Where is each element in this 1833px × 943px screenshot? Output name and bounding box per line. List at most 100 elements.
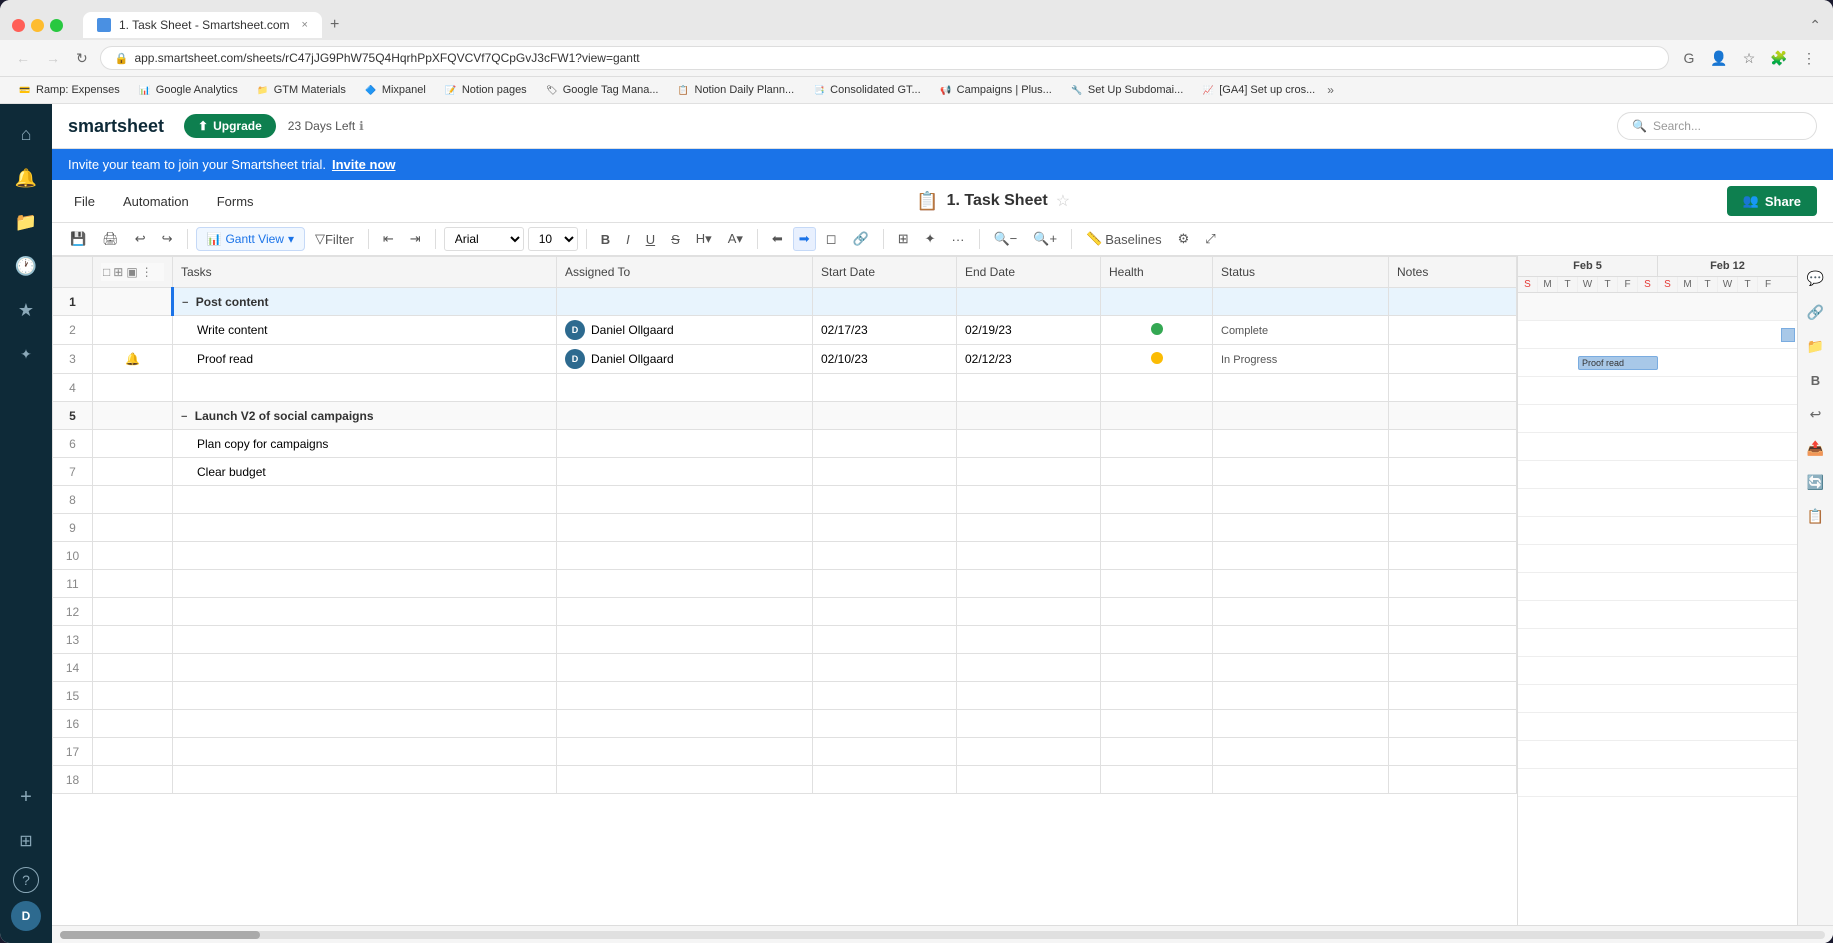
indent-increase-btn[interactable]: ➡ [793, 227, 816, 251]
strikethrough-btn[interactable]: S [665, 228, 686, 251]
url-bar[interactable]: 🔒 app.smartsheet.com/sheets/rC47jJG9PhW7… [100, 46, 1669, 70]
menu-file[interactable]: File [68, 190, 101, 213]
assigned-cell-2[interactable]: D Daniel Ollgaard [557, 316, 813, 345]
font-size-select[interactable]: 10 [528, 227, 578, 251]
refresh-icon[interactable]: 🔄 [1802, 468, 1830, 496]
upgrade-button[interactable]: ⬆ Upgrade [184, 114, 276, 138]
bookmark-ramp[interactable]: 💳 Ramp: Expenses [12, 81, 126, 99]
task-cell-2[interactable]: Write content [173, 316, 557, 345]
bookmark-setupsub[interactable]: 🔧 Set Up Subdomai... [1064, 81, 1189, 99]
bookmark-gtm[interactable]: 📁 GTM Materials [250, 81, 352, 99]
notes-cell-2[interactable] [1389, 316, 1517, 345]
start-cell-3[interactable]: 02/10/23 [813, 345, 957, 374]
print-btn[interactable]: 🖨 [96, 227, 125, 251]
window-icon[interactable]: ▣ [126, 265, 137, 279]
active-tab[interactable]: 1. Task Sheet - Smartsheet.com × [83, 12, 322, 38]
refresh-button[interactable]: ↻ [72, 48, 92, 69]
zoom-in-btn[interactable]: 🔍+ [1027, 227, 1063, 251]
bell-notification-icon[interactable]: 🔔 [125, 352, 140, 366]
row-checkbox[interactable] [93, 316, 173, 345]
collapse-toggle[interactable]: − [182, 297, 188, 309]
export-icon[interactable]: 📤 [1802, 434, 1830, 462]
grid-icon[interactable]: ⊞ [113, 265, 123, 279]
bookmark-ga4[interactable]: 📈 [GA4] Set up cros... [1195, 81, 1321, 99]
bookmark-mixpanel[interactable]: 🔷 Mixpanel [358, 81, 432, 99]
assigned-cell-3[interactable]: D Daniel Ollgaard [557, 345, 813, 374]
redo-btn[interactable]: ↪ [156, 227, 179, 251]
highlight-btn[interactable]: H▾ [690, 227, 718, 251]
gantt-view-btn[interactable]: 📊 Gantt View ▾ [196, 227, 305, 251]
search-box[interactable]: 🔍 Search... [1617, 112, 1817, 140]
assigned-cell-1[interactable] [557, 288, 813, 316]
row-checkbox-7[interactable] [93, 458, 173, 486]
status-cell-2[interactable]: Complete [1213, 316, 1389, 345]
end-cell-2[interactable]: 02/19/23 [957, 316, 1101, 345]
notes-cell-6[interactable] [1389, 430, 1517, 458]
status-cell-6[interactable] [1213, 430, 1389, 458]
status-cell-4[interactable] [1213, 374, 1389, 402]
assigned-cell-4[interactable] [557, 374, 813, 402]
baselines-btn[interactable]: 📏 Baselines [1080, 227, 1168, 251]
tab-close-button[interactable]: × [302, 19, 308, 31]
bold-right-icon[interactable]: B [1802, 366, 1830, 394]
health-cell-4[interactable] [1101, 374, 1213, 402]
maximize-button[interactable] [50, 19, 63, 32]
notes-cell-1[interactable] [1389, 288, 1517, 316]
health-cell-1[interactable] [1101, 288, 1213, 316]
status-cell-5[interactable] [1213, 402, 1389, 430]
align-left-btn[interactable]: ⇤ [377, 227, 400, 251]
scrollbar-track[interactable] [60, 931, 1825, 939]
health-cell-3[interactable] [1101, 345, 1213, 374]
wand-btn[interactable]: ✦ [919, 227, 942, 251]
table-btn[interactable]: ⊞ [892, 227, 915, 251]
sidebar-item-browse[interactable]: 📁 [8, 204, 44, 240]
bookmark-notiondaily[interactable]: 📋 Notion Daily Plann... [671, 81, 801, 99]
task-cell-3[interactable]: Proof read [173, 345, 557, 374]
health-cell-7[interactable] [1101, 458, 1213, 486]
assigned-cell-7[interactable] [557, 458, 813, 486]
task-cell-5[interactable]: − Launch V2 of social campaigns [173, 402, 557, 430]
add-icon[interactable]: □ [103, 265, 110, 279]
sidebar-item-solutions[interactable]: ✦ [8, 336, 44, 372]
end-cell-1[interactable] [957, 288, 1101, 316]
menu-automation[interactable]: Automation [117, 190, 195, 213]
scrollbar-thumb[interactable] [60, 931, 260, 939]
extensions-icon[interactable]: 🧩 [1767, 46, 1791, 70]
sidebar-item-apps[interactable]: ⊞ [8, 823, 44, 859]
notes-cell-4[interactable] [1389, 374, 1517, 402]
font-select[interactable]: Arial [444, 227, 524, 251]
bookmark-icon[interactable]: ☆ [1737, 46, 1761, 70]
assigned-cell-5[interactable] [557, 402, 813, 430]
settings-btn[interactable]: ⚙ [1172, 227, 1196, 251]
start-cell-5[interactable] [813, 402, 957, 430]
more-btn[interactable]: ··· [946, 228, 971, 251]
task-cell-6[interactable]: Plan copy for campaigns [173, 430, 557, 458]
sidebar-item-home[interactable]: ⌂ [8, 116, 44, 152]
start-cell-6[interactable] [813, 430, 957, 458]
assigned-cell-6[interactable] [557, 430, 813, 458]
bookmark-notion[interactable]: 📝 Notion pages [438, 81, 533, 99]
bookmarks-more[interactable]: » [1327, 83, 1334, 97]
start-cell-1[interactable] [813, 288, 957, 316]
bookmark-consolidated[interactable]: 📑 Consolidated GT... [806, 81, 927, 99]
profile-icon[interactable]: 👤 [1707, 46, 1731, 70]
status-cell-1[interactable] [1213, 288, 1389, 316]
align-right-btn[interactable]: ⇥ [404, 227, 427, 251]
end-cell-4[interactable] [957, 374, 1101, 402]
back-button[interactable]: ← [12, 48, 34, 68]
start-cell-4[interactable] [813, 374, 957, 402]
status-cell-3[interactable]: In Progress [1213, 345, 1389, 374]
sidebar-item-favorites[interactable]: ★ [8, 292, 44, 328]
menu-forms[interactable]: Forms [211, 190, 260, 213]
share-button[interactable]: 👥 Share [1727, 186, 1817, 216]
indent-decrease-btn[interactable]: ⬅ [766, 227, 789, 251]
notes-cell-5[interactable] [1389, 402, 1517, 430]
sidebar-item-add[interactable]: + [8, 779, 44, 815]
underline-btn[interactable]: U [640, 228, 661, 251]
health-cell-5[interactable] [1101, 402, 1213, 430]
sidebar-item-recent[interactable]: 🕐 [8, 248, 44, 284]
task-cell-4[interactable] [173, 374, 557, 402]
filter-btn[interactable]: ▽ Filter [309, 227, 360, 251]
new-tab-button[interactable]: + [322, 12, 347, 38]
status-cell-7[interactable] [1213, 458, 1389, 486]
